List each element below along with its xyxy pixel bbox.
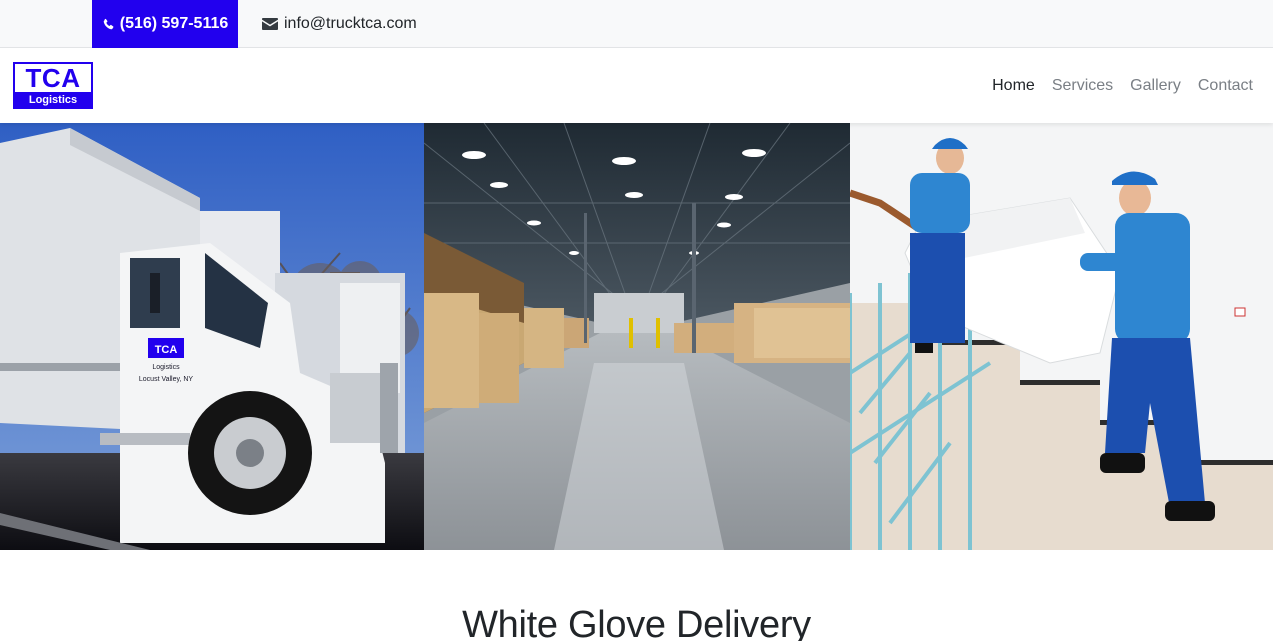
logo-sub-text: Logistics xyxy=(15,92,91,107)
nav-item-gallery[interactable]: Gallery xyxy=(1130,77,1181,95)
nav-menu: Home Services Gallery Contact xyxy=(992,48,1253,123)
truck-photo: TCA Logistics Locust Valley, NY xyxy=(0,123,424,550)
truck-logo-text: TCA xyxy=(155,344,178,356)
hero-gallery: TCA Logistics Locust Valley, NY xyxy=(0,123,1273,550)
nav-item-services[interactable]: Services xyxy=(1052,77,1113,95)
truck-logo-sub: Logistics xyxy=(152,364,180,371)
phone-link[interactable]: (516) 597-5116 xyxy=(92,0,238,48)
nav-item-contact[interactable]: Contact xyxy=(1198,77,1253,95)
email-address: info@trucktca.com xyxy=(284,15,417,32)
main-navbar: TCA Logistics Home Services Gallery Cont… xyxy=(0,48,1273,123)
brand-logo[interactable]: TCA Logistics xyxy=(13,62,93,109)
truck-location-text: Locust Valley, NY xyxy=(139,376,194,383)
phone-icon xyxy=(103,18,114,29)
delivery-section: White Glove Delivery xyxy=(0,550,1273,641)
envelope-icon xyxy=(262,18,278,30)
email-link[interactable]: info@trucktca.com xyxy=(262,0,417,48)
movers-photo xyxy=(850,123,1273,550)
top-contact-bar: (516) 597-5116 info@trucktca.com xyxy=(0,0,1273,48)
phone-number: (516) 597-5116 xyxy=(119,15,229,32)
section-title: White Glove Delivery xyxy=(462,604,811,641)
nav-item-home[interactable]: Home xyxy=(992,77,1035,95)
logo-main-text: TCA xyxy=(25,62,81,93)
warehouse-photo xyxy=(424,123,850,550)
